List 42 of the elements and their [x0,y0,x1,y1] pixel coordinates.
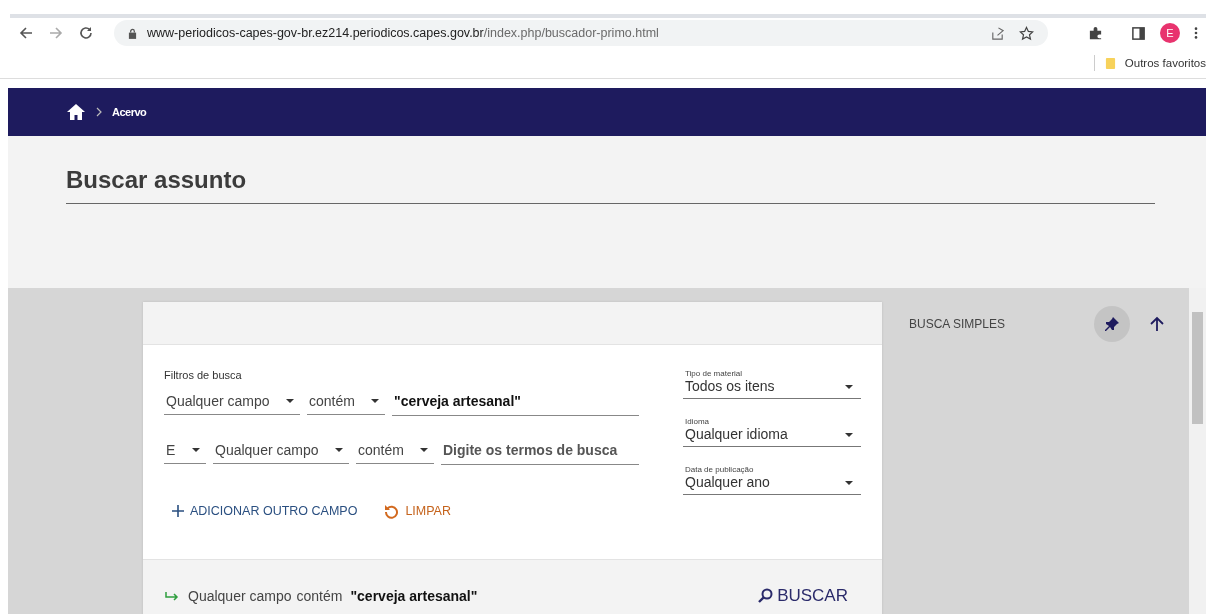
simple-search-link[interactable]: BUSCA SIMPLES [909,317,1006,331]
clear-button[interactable]: LIMPAR [383,503,451,519]
breadcrumb-link[interactable]: Acervo [112,106,147,118]
side-panel-icon[interactable] [1131,25,1146,41]
scrollbar[interactable] [1189,288,1206,614]
summary-condition: contém [296,588,343,604]
home-icon[interactable] [66,103,86,121]
puzzle-icon[interactable] [1088,25,1103,41]
undo-icon [383,503,400,519]
lock-icon [128,27,137,39]
condition-select[interactable]: contém [356,436,434,464]
search-button[interactable]: BUSCAR [757,586,848,606]
search-term-field[interactable]: "cerveja artesanal" [392,387,639,416]
bookmark-folder[interactable]: Outros favoritos [1124,57,1206,69]
profile-avatar[interactable]: E [1160,23,1180,43]
reload-icon[interactable] [78,25,94,41]
condition-select[interactable]: contém [307,387,385,415]
back-icon[interactable] [18,25,34,41]
summary-value: "cerveja artesanal" [350,588,478,604]
field-select[interactable]: Qualquer campo [213,436,349,464]
filter-select[interactable]: Tipo de material Todos os itens [683,369,861,399]
plus-icon [172,505,184,517]
arrow-icon [165,591,179,601]
filters-label: Filtros de busca [164,369,243,381]
operator-select[interactable]: E [164,436,206,464]
pin-button[interactable] [1094,306,1130,342]
filter-select[interactable]: Data de publicação Qualquer ano [683,465,861,495]
add-field-button[interactable]: ADICIONAR OUTRO CAMPO [172,503,358,519]
field-select[interactable]: Qualquer campo [164,387,300,415]
share-icon[interactable] [990,25,1005,41]
filter-select[interactable]: Idioma Qualquer idioma [683,417,861,447]
menu-icon[interactable] [1194,26,1198,40]
search-term-field[interactable]: Digite os termos de busca [441,436,639,465]
chevron-icon [96,107,102,117]
search-icon [757,588,774,604]
star-icon[interactable] [1019,25,1034,41]
page-title: Buscar assunto [66,136,1155,204]
folder-icon [1104,56,1116,70]
pin-icon [1104,316,1120,332]
summary-field: Qualquer campo [188,588,292,604]
up-arrow-icon[interactable] [1150,316,1164,332]
address-bar[interactable]: www-periodicos-capes-gov-br.ez214.periodicos.capes.gov.br/index.php/buscador-primo.html [114,20,1048,46]
